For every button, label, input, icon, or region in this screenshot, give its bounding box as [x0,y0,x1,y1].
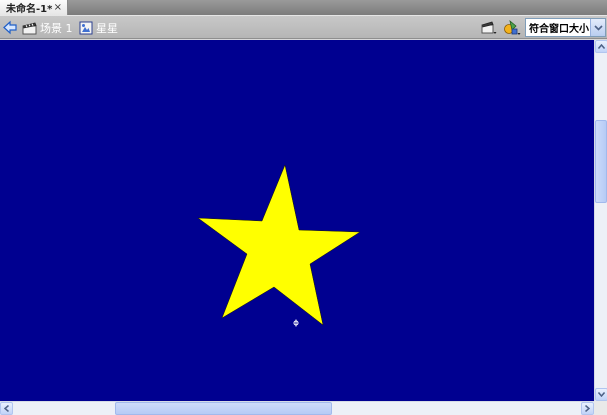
edit-symbol-icon[interactable] [503,20,521,36]
breadcrumb-symbol-label: 星星 [96,22,118,35]
zoom-value: 符合窗口大小 [529,24,589,35]
edit-scene-icon[interactable] [481,21,497,35]
scroll-down-icon[interactable] [595,388,607,401]
document-tab-bar: 未命名-1* × [0,0,607,15]
breadcrumb-symbol[interactable]: 星星 [79,19,118,37]
document-tab[interactable]: 未命名-1* × [0,0,68,15]
graphic-symbol-icon [79,21,93,35]
scrollbar-corner [594,401,607,415]
scene-clapper-icon [22,22,37,34]
stage-canvas [0,40,594,401]
back-arrow-icon[interactable] [3,20,18,35]
document-tab-title: 未命名-1* [6,4,53,15]
chevron-down-icon[interactable] [590,19,605,36]
scroll-up-icon[interactable] [595,40,607,53]
scroll-right-icon[interactable] [581,402,594,415]
breadcrumb-scene-label: 场景 1 [40,22,73,35]
stage[interactable] [0,40,594,401]
vertical-scroll-thumb[interactable] [595,120,607,203]
horizontal-scroll-thumb[interactable] [115,402,332,415]
horizontal-scrollbar[interactable] [0,401,594,415]
vertical-scrollbar[interactable] [594,40,607,401]
scroll-left-icon[interactable] [0,402,13,415]
close-tab-icon[interactable]: × [54,0,62,15]
breadcrumb-scene[interactable]: 场景 1 [22,19,73,37]
zoom-dropdown[interactable]: 符合窗口大小 [525,18,606,37]
edit-bar: 场景 1 星星 符合窗口大小 [0,15,607,39]
